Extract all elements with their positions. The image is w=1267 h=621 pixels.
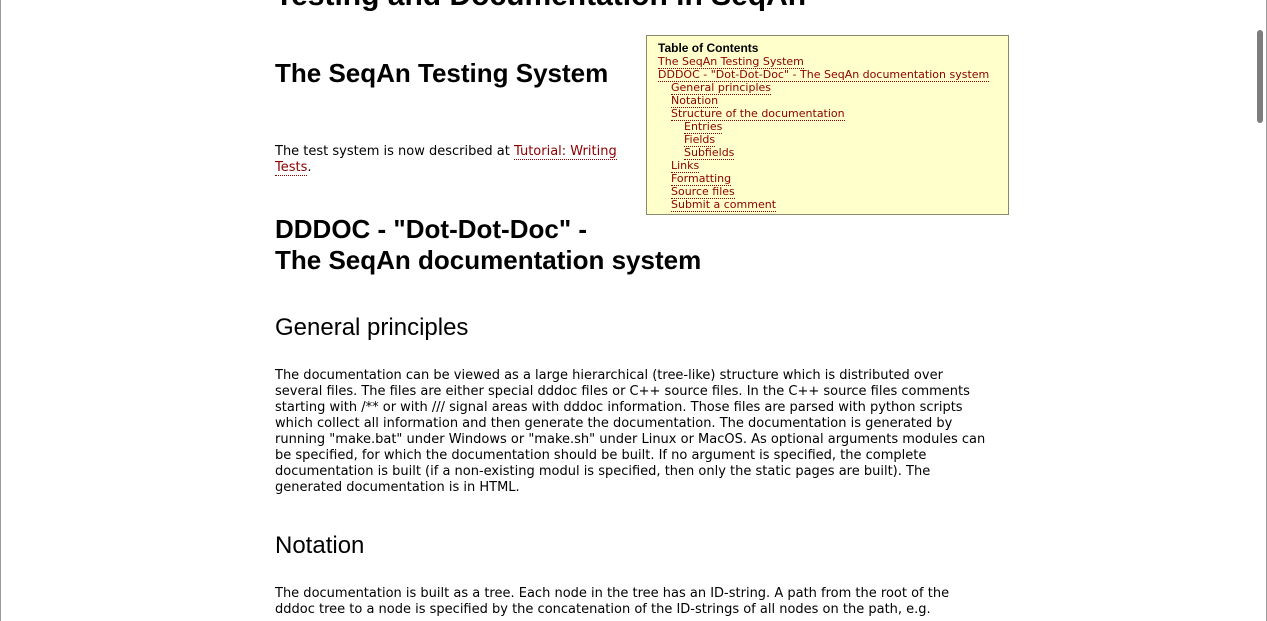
paragraph-line: several files. The files are either spec… <box>275 384 970 399</box>
toc-list: The SeqAn Testing System DDDOC - "Dot-Dot… <box>658 55 997 212</box>
section-title-principles: General principles <box>275 314 469 341</box>
toc-title: Table of Contents <box>658 41 759 55</box>
toc-link[interactable]: Source files <box>671 185 735 199</box>
paragraph-line: which collect all information and then g… <box>275 416 953 431</box>
browser-viewport: Testing and Documentation in SeqAn The S… <box>0 0 1267 621</box>
testing-paragraph-suffix: . <box>307 160 312 175</box>
toc-link[interactable]: Notation <box>671 94 719 108</box>
toc-item: Links <box>658 159 997 173</box>
dddoc-title-line1: DDDOC - "Dot-Dot-Doc" - <box>275 214 588 244</box>
paragraph-line: documentation is built (if a non-existin… <box>275 464 931 479</box>
toc-link[interactable]: Formatting <box>671 172 732 186</box>
page-title: Testing and Documentation in SeqAn <box>275 0 806 14</box>
toc-link[interactable]: Fields <box>684 133 716 147</box>
toc-link[interactable]: DDDOC - "Dot-Dot-Doc" - The SeqAn docume… <box>658 68 990 82</box>
toc-item: Submit a comment <box>658 198 997 212</box>
toc-link[interactable]: Submit a comment <box>671 198 777 212</box>
vertical-scrollbar[interactable] <box>1257 30 1263 123</box>
toc-item: Formatting <box>658 172 997 186</box>
tutorial-link-part1: Tutorial: Writing <box>513 144 617 159</box>
toc-item: Source files <box>658 185 997 199</box>
principles-paragraph: The documentation can be viewed as a lar… <box>275 368 1015 496</box>
toc-link[interactable]: General principles <box>671 81 772 95</box>
paragraph-line: The documentation can be viewed as a lar… <box>275 368 943 383</box>
toc-item: General principles <box>658 81 997 95</box>
testing-paragraph-prefix: The test system is now described at <box>275 144 514 159</box>
toc-link[interactable]: Structure of the documentation <box>671 107 845 121</box>
toc-item: Notation <box>658 94 997 108</box>
toc-link[interactable]: The SeqAn Testing System <box>658 55 804 69</box>
paragraph-line: generated documentation is in HTML. <box>275 480 520 495</box>
toc-item: DDDOC - "Dot-Dot-Doc" - The SeqAn docume… <box>658 68 997 82</box>
tutorial-link-part2: Tests <box>275 160 308 175</box>
table-of-contents: Table of Contents The SeqAn Testing Syst… <box>646 35 1009 215</box>
paragraph-line: The documentation is built as a tree. Ea… <box>275 586 950 601</box>
toc-link[interactable]: Subfields <box>684 146 735 160</box>
notation-paragraph: The documentation is built as a tree. Ea… <box>275 586 1015 618</box>
paragraph-line: be specified, for which the documentatio… <box>275 448 927 463</box>
paragraph-line: dddoc tree to a node is specified by the… <box>275 602 931 617</box>
testing-paragraph: The test system is now described at Tuto… <box>275 144 645 176</box>
section-title-dddoc: DDDOC - "Dot-Dot-Doc" - The SeqAn documen… <box>275 214 701 276</box>
toc-link[interactable]: Entries <box>684 120 723 134</box>
toc-link[interactable]: Links <box>671 159 700 173</box>
dddoc-title-line2: The SeqAn documentation system <box>275 245 702 275</box>
paragraph-line: running "make.bat" under Windows or "mak… <box>275 432 986 447</box>
toc-item: Structure of the documentation <box>658 107 997 121</box>
section-title-testing: The SeqAn Testing System <box>275 58 609 88</box>
toc-item: Subfields <box>658 146 997 160</box>
toc-item: Entries <box>658 120 997 134</box>
section-title-notation: Notation <box>275 532 365 559</box>
paragraph-line: starting with /** or with /// signal are… <box>275 400 963 415</box>
toc-item: The SeqAn Testing System <box>658 55 997 69</box>
toc-item: Fields <box>658 133 997 147</box>
